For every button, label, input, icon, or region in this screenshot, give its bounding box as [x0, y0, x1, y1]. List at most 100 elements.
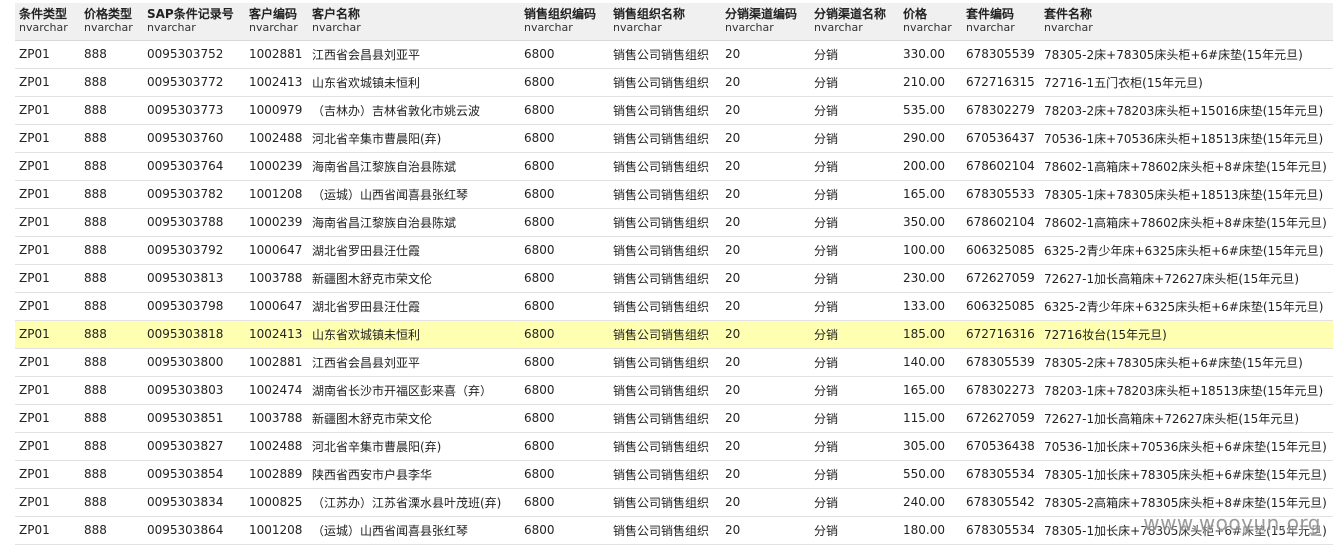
table-row[interactable]: ZP01 888 0095303773 1000979 （吉林办）吉林省敦化市姚云波 68… [15, 96, 1333, 125]
column-name: 客户名称 [312, 7, 361, 21]
table-row[interactable]: ZP01 888 0095303803 1002474 湖南省长沙市开福区彭来喜（弃） 6… [15, 376, 1333, 405]
col-kit-name-cell: 6325-2青少年床+6325床头柜+6#床垫(15年元旦) [1040, 292, 1333, 321]
col-condition-type-cell: ZP01 [15, 208, 80, 237]
col-condition-type-cell: ZP01 [15, 320, 80, 349]
col-kit-code-cell: 678602104 [962, 152, 1040, 181]
col-customer-code-cell: 1002488 [245, 432, 308, 461]
col-sap-record-no-cell: 0095303851 [143, 404, 245, 433]
column-type: nvarchar [312, 21, 361, 34]
col-price-header[interactable]: 价格 nvarchar [899, 3, 962, 41]
col-kit-name-header[interactable]: 套件名称 nvarchar [1040, 3, 1333, 41]
col-channel-name-cell: 分销 [810, 292, 899, 321]
col-kit-name-cell: 72627-1加长高箱床+72627床头柜(15年元旦) [1040, 264, 1333, 293]
col-price-cell: 350.00 [899, 208, 962, 237]
col-sap-record-no-cell: 0095303813 [143, 264, 245, 293]
table-row[interactable]: ZP01 888 0095303800 1002881 江西省会昌县刘亚平 6800 销售公… [15, 348, 1333, 377]
table-row[interactable]: ZP01 888 0095303818 1002413 山东省欢城镇未恒利 6800 销售公… [15, 320, 1333, 349]
col-sap-record-no-cell: 0095303798 [143, 292, 245, 321]
col-condition-type-cell: ZP01 [15, 124, 80, 153]
table-row[interactable]: ZP01 888 0095303813 1003788 新疆图木舒克市荣文伦 6800 销售… [15, 264, 1333, 293]
col-sales-org-code-cell: 6800 [520, 432, 609, 461]
col-sales-org-code-cell: 6800 [520, 292, 609, 321]
column-type: nvarchar [147, 21, 196, 34]
col-condition-type-header[interactable]: 条件类型 nvarchar [15, 3, 80, 41]
table-row[interactable]: ZP01 888 0095303760 1002488 河北省辛集市曹晨阳(弃) 6800… [15, 124, 1333, 153]
col-sap-record-no-cell: 0095303864 [143, 516, 245, 545]
col-price-type-header[interactable]: 价格类型 nvarchar [80, 3, 143, 41]
col-condition-type-cell: ZP01 [15, 40, 80, 69]
col-customer-code-header[interactable]: 客户编码 nvarchar [245, 3, 308, 41]
col-customer-code-cell: 1003788 [245, 264, 308, 293]
col-customer-code-cell: 1002413 [245, 68, 308, 97]
col-price-type-cell: 888 [80, 152, 143, 181]
col-customer-name-cell: 海南省昌江黎族自治县陈斌 [308, 208, 520, 237]
column-name: 分销渠道编码 [725, 7, 798, 21]
table-row[interactable]: ZP01 888 0095303834 1000825 （江苏办）江苏省溧水县叶茂班(弃… [15, 488, 1333, 517]
col-kit-code-cell: 672627059 [962, 264, 1040, 293]
table-row[interactable]: ZP01 888 0095303851 1003788 新疆图木舒克市荣文伦 6800 销售… [15, 404, 1333, 433]
table-row[interactable]: ZP01 888 0095303764 1000239 海南省昌江黎族自治县陈斌 6800… [15, 152, 1333, 181]
col-kit-code-cell: 670536437 [962, 124, 1040, 153]
col-sales-org-name-cell: 销售公司销售组织 [609, 208, 721, 237]
col-kit-code-header[interactable]: 套件编码 nvarchar [962, 3, 1040, 41]
column-name: 条件类型 [19, 7, 68, 21]
table-row[interactable]: ZP01 888 0095303864 1001208 （运城）山西省闻喜县张红琴 680… [15, 516, 1333, 545]
column-type: nvarchar [613, 21, 662, 34]
col-channel-name-cell: 分销 [810, 488, 899, 517]
col-sales-org-name-cell: 销售公司销售组织 [609, 180, 721, 209]
col-customer-code-cell: 1002881 [245, 348, 308, 377]
col-sales-org-code-cell: 6800 [520, 264, 609, 293]
col-kit-name-cell: 78602-1高箱床+78602床头柜+8#床垫(15年元旦) [1040, 152, 1333, 181]
col-customer-name-header[interactable]: 客户名称 nvarchar [308, 3, 520, 41]
table-row[interactable]: ZP01 888 0095303772 1002413 山东省欢城镇未恒利 6800 销售公… [15, 68, 1333, 97]
col-channel-code-cell: 20 [721, 320, 810, 349]
col-channel-name-header[interactable]: 分销渠道名称 nvarchar [810, 3, 899, 41]
col-channel-code-cell: 20 [721, 96, 810, 125]
col-customer-name-cell: 湖北省罗田县汪仕霞 [308, 236, 520, 265]
col-channel-name-cell: 分销 [810, 348, 899, 377]
col-price-type-cell: 888 [80, 460, 143, 489]
column-name: 客户编码 [249, 7, 298, 21]
col-condition-type-cell: ZP01 [15, 516, 80, 545]
col-channel-code-cell: 20 [721, 152, 810, 181]
table-row[interactable]: ZP01 888 0095303752 1002881 江西省会昌县刘亚平 6800 销售公… [15, 40, 1333, 69]
column-type: nvarchar [84, 21, 133, 34]
col-customer-code-cell: 1000647 [245, 236, 308, 265]
column-type: nvarchar [814, 21, 863, 34]
table-row[interactable]: ZP01 888 0095303788 1000239 海南省昌江黎族自治县陈斌 6800… [15, 208, 1333, 237]
table-row[interactable]: ZP01 888 0095303792 1000647 湖北省罗田县汪仕霞 6800 销售公… [15, 236, 1333, 265]
col-sales-org-name-header[interactable]: 销售组织名称 nvarchar [609, 3, 721, 41]
col-price-cell: 133.00 [899, 292, 962, 321]
col-sap-record-no-cell: 0095303834 [143, 488, 245, 517]
table-row[interactable]: ZP01 888 0095303827 1002488 河北省辛集市曹晨阳(弃) 6800… [15, 432, 1333, 461]
col-sales-org-name-cell: 销售公司销售组织 [609, 96, 721, 125]
col-kit-code-cell: 678602104 [962, 208, 1040, 237]
col-price-type-cell: 888 [80, 516, 143, 545]
col-kit-code-cell: 672716316 [962, 320, 1040, 349]
col-customer-code-cell: 1002413 [245, 320, 308, 349]
col-sales-org-name-cell: 销售公司销售组织 [609, 488, 721, 517]
col-customer-name-cell: 山东省欢城镇未恒利 [308, 68, 520, 97]
col-sap-record-no-header[interactable]: SAP条件记录号 nvarchar [143, 3, 245, 41]
col-price-cell: 180.00 [899, 516, 962, 545]
col-kit-name-cell: 70536-1床+70536床头柜+18513床垫(15年元旦) [1040, 124, 1333, 153]
table-row[interactable]: ZP01 888 0095303782 1001208 （运城）山西省闻喜县张红琴 680… [15, 180, 1333, 209]
col-channel-name-cell: 分销 [810, 236, 899, 265]
col-customer-code-cell: 1001208 [245, 516, 308, 545]
col-customer-code-cell: 1000239 [245, 208, 308, 237]
col-condition-type-cell: ZP01 [15, 152, 80, 181]
col-channel-code-cell: 20 [721, 236, 810, 265]
col-sales-org-name-cell: 销售公司销售组织 [609, 376, 721, 405]
col-channel-code-cell: 20 [721, 208, 810, 237]
col-sales-org-name-cell: 销售公司销售组织 [609, 68, 721, 97]
col-sap-record-no-cell: 0095303800 [143, 348, 245, 377]
col-kit-code-cell: 672627059 [962, 404, 1040, 433]
col-kit-code-cell: 678305534 [962, 460, 1040, 489]
col-price-cell: 330.00 [899, 40, 962, 69]
col-sales-org-code-header[interactable]: 销售组织编码 nvarchar [520, 3, 609, 41]
col-kit-name-cell: 72716妆台(15年元旦) [1040, 320, 1333, 349]
table-row[interactable]: ZP01 888 0095303798 1000647 湖北省罗田县汪仕霞 6800 销售公… [15, 292, 1333, 321]
col-sales-org-code-cell: 6800 [520, 516, 609, 545]
table-row[interactable]: ZP01 888 0095303854 1002889 陕西省西安市户县李华 6800 销售… [15, 460, 1333, 489]
col-channel-code-header[interactable]: 分销渠道编码 nvarchar [721, 3, 810, 41]
